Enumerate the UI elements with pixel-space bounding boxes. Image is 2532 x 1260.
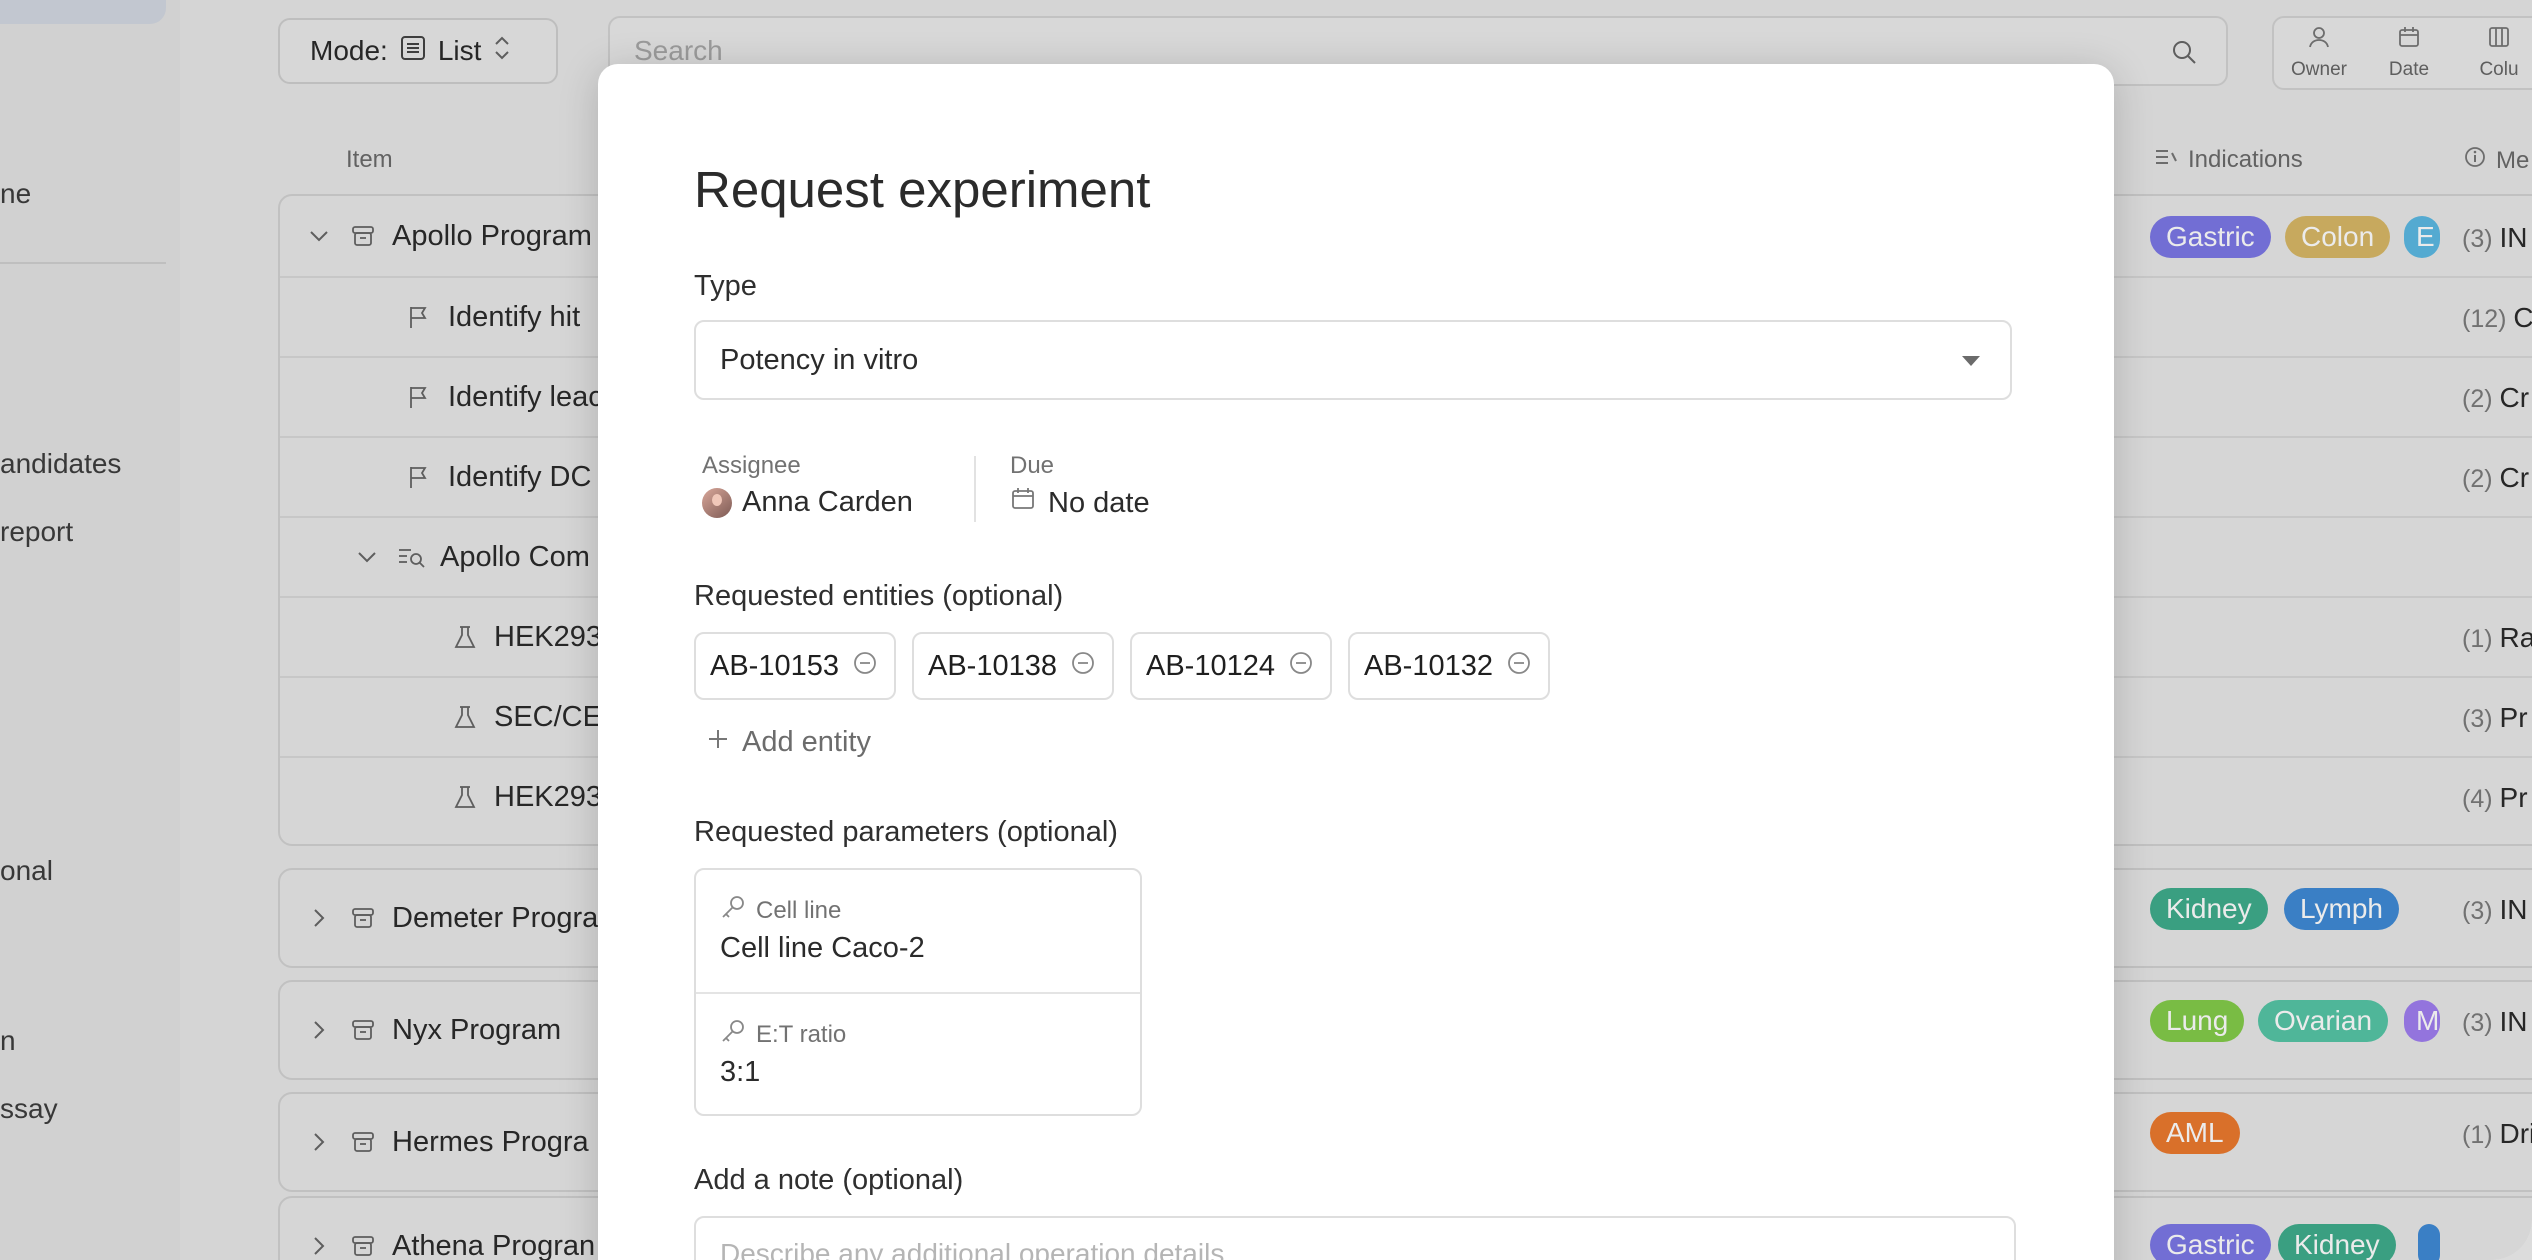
request-experiment-dialog: Request experiment Type Potency in vitro… (598, 64, 2114, 1260)
plus-icon (706, 726, 730, 759)
params-label: Requested parameters (optional) (694, 816, 1118, 848)
entity-id: AB-10153 (710, 649, 839, 682)
add-entity-button[interactable]: Add entity (706, 726, 871, 759)
assignee-label: Assignee (702, 452, 801, 479)
remove-circle-icon[interactable] (1507, 650, 1531, 683)
entity-id: AB-10124 (1146, 649, 1275, 682)
due-value: No date (1048, 486, 1150, 519)
due-label: Due (1010, 452, 1055, 479)
key-icon (720, 1018, 746, 1051)
parameter-item[interactable]: E:T ratio 3:1 (696, 992, 1140, 1116)
due-date-picker[interactable]: No date (1010, 486, 1150, 520)
field-divider (974, 456, 976, 522)
avatar (702, 487, 732, 518)
parameter-label: Cell line (756, 896, 842, 924)
assignee-value: Anna Carden (742, 486, 913, 518)
entity-id: AB-10132 (1364, 649, 1493, 682)
note-placeholder: Describe any additional operation detail… (720, 1238, 1225, 1260)
note-label: Add a note (optional) (694, 1164, 964, 1196)
type-label: Type (694, 270, 757, 302)
remove-circle-icon[interactable] (1071, 650, 1095, 683)
entity-chip: AB-10124 (1130, 632, 1332, 700)
remove-circle-icon[interactable] (1289, 650, 1313, 683)
key-icon (720, 894, 746, 927)
caret-down-icon (1962, 356, 1980, 366)
parameter-label: E:T ratio (756, 1020, 847, 1048)
dialog-title: Request experiment (694, 161, 1151, 218)
parameter-value: Cell line Caco-2 (720, 932, 925, 964)
note-textarea[interactable]: Describe any additional operation detail… (694, 1216, 2016, 1260)
type-select[interactable]: Potency in vitro (694, 320, 2012, 400)
entity-chip: AB-10132 (1348, 632, 1550, 700)
entity-chip: AB-10153 (694, 632, 896, 700)
entity-chip: AB-10138 (912, 632, 1114, 700)
type-select-value: Potency in vitro (720, 343, 919, 376)
entity-id: AB-10138 (928, 649, 1057, 682)
remove-circle-icon[interactable] (853, 650, 877, 683)
parameters-list: Cell line Cell line Caco-2 E:T ratio 3:1 (694, 868, 1142, 1116)
app-window: ne andidates report onal n ssay Mode: Li… (0, 0, 2532, 1260)
assignee-picker[interactable]: Anna Carden (702, 486, 913, 519)
entities-label: Requested entities (optional) (694, 580, 1064, 612)
calendar-icon (1010, 486, 1036, 520)
add-entity-label: Add entity (742, 726, 871, 758)
parameter-value: 3:1 (720, 1056, 761, 1088)
parameter-item[interactable]: Cell line Cell line Caco-2 (696, 870, 1140, 992)
